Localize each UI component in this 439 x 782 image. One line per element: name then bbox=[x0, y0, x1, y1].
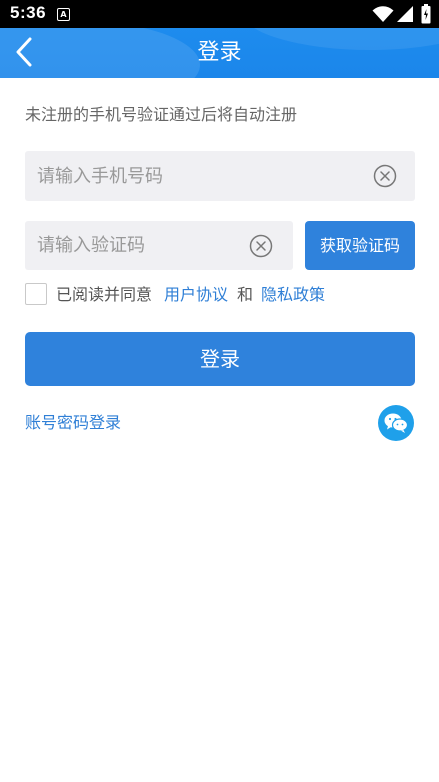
user-agreement-link[interactable]: 用户协议 bbox=[164, 283, 228, 307]
wifi-icon bbox=[372, 6, 394, 22]
clear-phone-icon[interactable] bbox=[373, 164, 397, 188]
status-time: 5:36 bbox=[10, 3, 47, 22]
verification-code-field bbox=[25, 221, 293, 270]
wechat-icon bbox=[384, 413, 408, 433]
clear-code-icon[interactable] bbox=[249, 234, 273, 258]
wechat-login-button[interactable] bbox=[378, 405, 414, 441]
verification-code-input[interactable] bbox=[37, 221, 237, 270]
agreement-prefix-text: 已阅读并同意 bbox=[56, 285, 153, 304]
privacy-policy-link[interactable]: 隐私政策 bbox=[261, 283, 325, 307]
battery-icon bbox=[421, 4, 431, 24]
status-bar: 5:36 A bbox=[0, 0, 439, 28]
agreement-row: 已阅读并同意 用户协议 和 隐私政策 bbox=[25, 283, 425, 307]
app-header: 5:36 A 登录 bbox=[0, 0, 439, 78]
phone-field bbox=[25, 151, 415, 201]
login-button[interactable]: 登录 bbox=[25, 332, 415, 386]
get-code-button[interactable]: 获取验证码 bbox=[305, 221, 415, 270]
auto-register-hint: 未注册的手机号验证通过后将自动注册 bbox=[25, 105, 298, 124]
agreement-checkbox[interactable] bbox=[25, 283, 47, 305]
agreement-and-text: 和 bbox=[237, 285, 254, 304]
cell-signal-icon bbox=[397, 6, 413, 22]
notification-app-icon: A bbox=[57, 8, 70, 21]
page-title: 登录 bbox=[197, 40, 242, 65]
phone-input[interactable] bbox=[37, 151, 357, 201]
password-login-link[interactable]: 账号密码登录 bbox=[25, 411, 121, 435]
